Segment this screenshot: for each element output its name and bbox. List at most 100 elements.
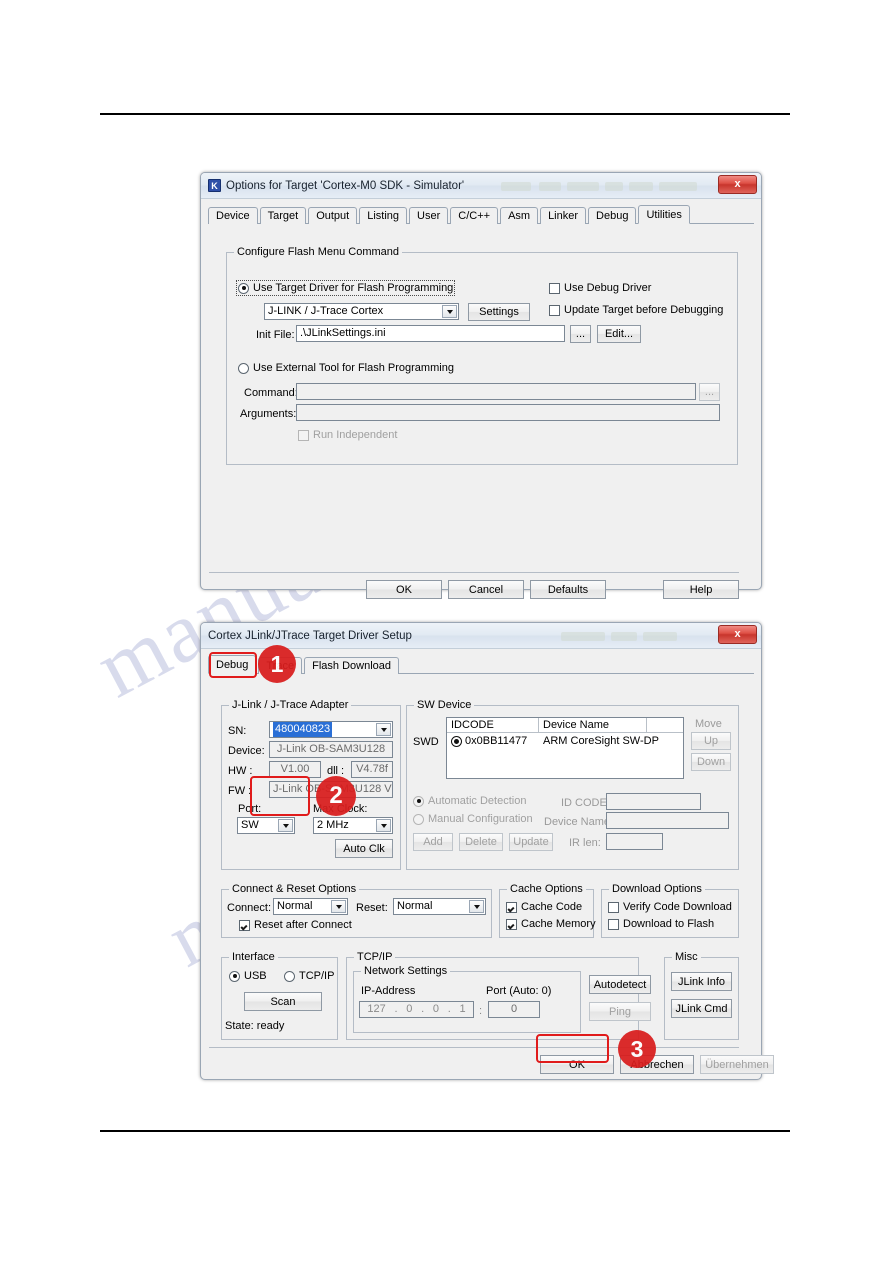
radio-use-external-tool[interactable]: Use External Tool for Flash Programming	[238, 362, 454, 374]
settings-button[interactable]: Settings	[468, 303, 530, 321]
ok-button[interactable]: OK	[540, 1055, 614, 1074]
id-code-label: ID CODE:	[561, 797, 610, 809]
jlink-info-button[interactable]: JLink Info	[671, 972, 732, 991]
title-blur-3	[567, 182, 599, 191]
checkbox-use-debug-driver[interactable]: Use Debug Driver	[549, 282, 651, 294]
init-file-browse-button[interactable]: ...	[570, 325, 591, 343]
radio-automatic-detection[interactable]: Automatic Detection	[413, 795, 526, 807]
reset-combo[interactable]: Normal	[393, 898, 486, 915]
radio-use-target-driver[interactable]: Use Target Driver for Flash Programming	[235, 280, 456, 296]
reset-combo-value: Normal	[397, 900, 433, 912]
checkbox-cache-code[interactable]: Cache Code	[506, 901, 582, 913]
device-name-input[interactable]	[606, 812, 729, 829]
tab-output[interactable]: Output	[308, 207, 358, 224]
table-row[interactable]: 0x0BB11477 ARM CoreSight SW-DP	[447, 733, 683, 749]
move-up-button[interactable]: Up	[691, 732, 731, 750]
radio-manual-configuration[interactable]: Manual Configuration	[413, 813, 533, 825]
checkbox-run-independent[interactable]: Run Independent	[298, 429, 397, 441]
chevron-down-icon[interactable]	[469, 900, 484, 913]
init-file-input[interactable]: .\JLinkSettings.ini	[296, 325, 565, 342]
port-combo-value: SW	[241, 819, 259, 831]
sn-combo[interactable]: 480040823	[269, 721, 393, 738]
chevron-down-icon[interactable]	[376, 819, 391, 832]
tab-device[interactable]: Device	[208, 207, 258, 224]
jlink-target-driver-setup-dialog[interactable]: Cortex JLink/JTrace Target Driver Setup …	[200, 622, 774, 1080]
misc-legend: Misc	[672, 951, 701, 963]
checkbox-cache-memory[interactable]: Cache Memory	[506, 918, 596, 930]
radio-tcpip[interactable]: TCP/IP	[284, 970, 334, 982]
id-code-input[interactable]	[606, 793, 701, 810]
checkbox-download-to-flash-label: Download to Flash	[623, 918, 715, 930]
auto-clk-button[interactable]: Auto Clk	[335, 839, 393, 858]
flash-driver-combo[interactable]: J-LINK / J-Trace Cortex	[264, 303, 459, 320]
command-browse-button[interactable]: ...	[699, 383, 720, 401]
row-selected-radio-icon[interactable]	[451, 735, 462, 747]
tab-linker[interactable]: Linker	[540, 207, 587, 224]
dialog2-titlebar[interactable]: Cortex JLink/JTrace Target Driver Setup …	[201, 623, 761, 649]
cancel-button[interactable]: Cancel	[448, 580, 524, 599]
apply-button[interactable]: Übernehmen	[700, 1055, 774, 1074]
ip-address-input[interactable]: 127 . 0 . 0 . 1	[359, 1001, 474, 1018]
checkbox-cache-code-label: Cache Code	[521, 901, 583, 913]
tcp-port-input[interactable]: 0	[488, 1001, 540, 1018]
tab-target[interactable]: Target	[259, 207, 307, 224]
title-blur-1	[501, 182, 531, 191]
checkbox-reset-after-connect-label: Reset after Connect	[254, 919, 352, 931]
update-button[interactable]: Update	[509, 833, 553, 851]
ping-button[interactable]: Ping	[589, 1002, 651, 1021]
tab-flash-download[interactable]: Flash Download	[304, 657, 400, 674]
checkbox-verify-code-download[interactable]: Verify Code Download	[608, 901, 732, 913]
arguments-input[interactable]	[296, 404, 720, 421]
connect-combo-value: Normal	[277, 900, 313, 912]
max-clock-combo[interactable]: 2 MHz	[313, 817, 393, 834]
dialog1-tabstrip[interactable]: Device Target Output Listing User C/C++ …	[208, 205, 754, 224]
delete-button[interactable]: Delete	[459, 833, 503, 851]
close-icon[interactable]: x	[718, 625, 757, 644]
scan-button[interactable]: Scan	[244, 992, 322, 1011]
tab-asm[interactable]: Asm	[500, 207, 539, 224]
tab-listing[interactable]: Listing	[359, 207, 408, 224]
sw-device-grid[interactable]: IDCODE Device Name 0x0BB11477 ARM CoreSi…	[446, 717, 684, 779]
checkbox-verify-code-download-label: Verify Code Download	[623, 901, 732, 913]
move-down-button[interactable]: Down	[691, 753, 731, 771]
reset-label: Reset:	[356, 902, 388, 914]
chevron-down-icon[interactable]	[278, 819, 293, 832]
chevron-down-icon[interactable]	[331, 900, 346, 913]
checkbox-update-target-before-debugging[interactable]: Update Target before Debugging	[549, 304, 723, 316]
ip-address-label: IP-Address	[361, 985, 416, 997]
move-label: Move	[695, 718, 722, 730]
radio-indicator-icon	[229, 970, 240, 982]
ip-port-colon: :	[479, 1005, 483, 1017]
tab-debug[interactable]: Debug	[588, 207, 637, 224]
checkbox-download-to-flash[interactable]: Download to Flash	[608, 918, 714, 930]
ir-len-input[interactable]	[606, 833, 663, 850]
device-label: Device:	[228, 745, 265, 757]
autodetect-button[interactable]: Autodetect	[589, 975, 651, 994]
flash-driver-combo-value: J-LINK / J-Trace Cortex	[268, 305, 384, 317]
dialog1-titlebar[interactable]: K Options for Target 'Cortex-M0 SDK - Si…	[201, 173, 761, 199]
port-combo[interactable]: SW	[237, 817, 295, 834]
jlink-cmd-button[interactable]: JLink Cmd	[671, 999, 732, 1018]
command-input[interactable]	[296, 383, 696, 400]
checkbox-indicator-icon	[239, 919, 250, 931]
connect-combo[interactable]: Normal	[273, 898, 348, 915]
radio-usb[interactable]: USB	[229, 970, 267, 982]
tab-c-cpp[interactable]: C/C++	[450, 207, 499, 224]
tab-debug[interactable]: Debug	[208, 655, 257, 674]
defaults-button[interactable]: Defaults	[530, 580, 606, 599]
command-label: Command:	[244, 387, 298, 399]
help-button[interactable]: Help	[663, 580, 739, 599]
checkbox-reset-after-connect[interactable]: Reset after Connect	[239, 919, 352, 931]
radio-use-target-driver-label: Use Target Driver for Flash Programming	[253, 282, 454, 294]
options-for-target-dialog[interactable]: K Options for Target 'Cortex-M0 SDK - Si…	[200, 172, 762, 599]
add-button[interactable]: Add	[413, 833, 453, 851]
ok-button[interactable]: OK	[366, 580, 442, 599]
chevron-down-icon[interactable]	[376, 723, 391, 736]
radio-indicator-icon	[413, 813, 424, 825]
tab-utilities[interactable]: Utilities	[638, 205, 690, 224]
close-icon[interactable]: x	[718, 175, 757, 194]
column-header-device-name: Device Name	[539, 718, 647, 732]
init-file-edit-button[interactable]: Edit...	[597, 325, 641, 343]
chevron-down-icon[interactable]	[442, 305, 457, 318]
tab-user[interactable]: User	[409, 207, 449, 224]
